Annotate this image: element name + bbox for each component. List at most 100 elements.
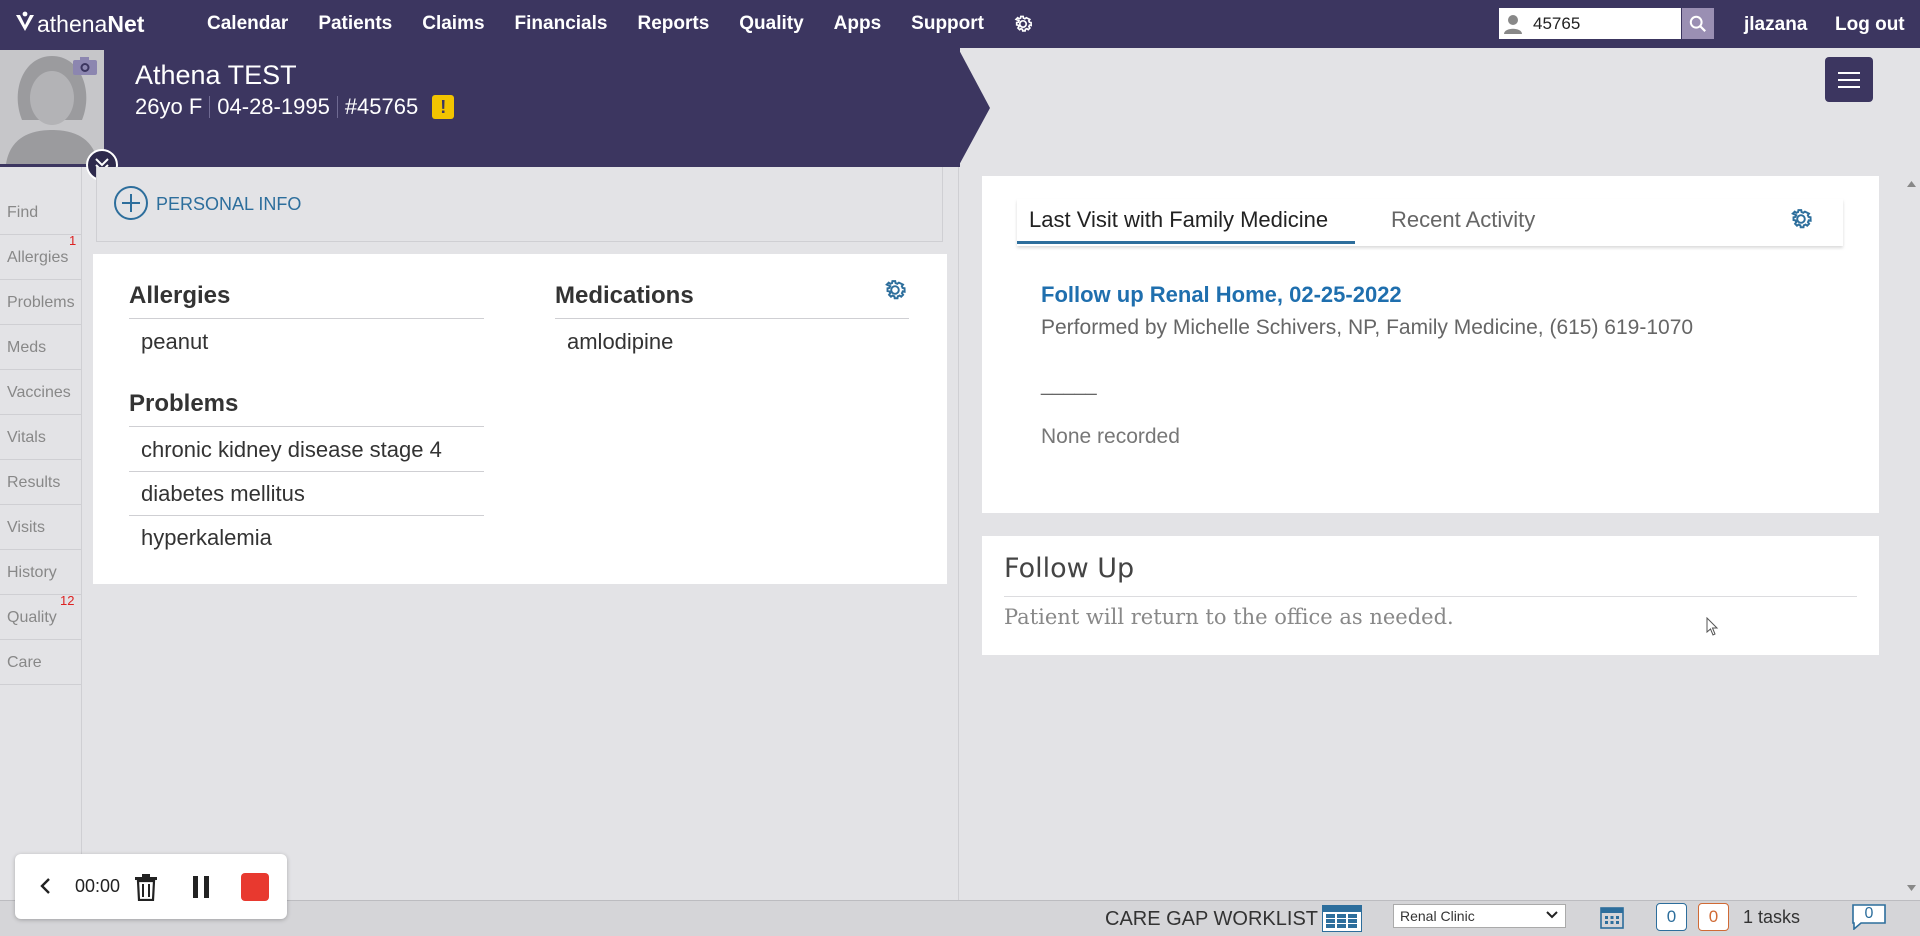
tab-last-visit[interactable]: Last Visit with Family Medicine [1017, 199, 1355, 244]
sidebar-item-label: Quality [7, 609, 57, 626]
problems-heading[interactable]: Problems [129, 390, 238, 418]
panel-divider [958, 167, 959, 900]
patient-search-input[interactable]: 45765 [1499, 8, 1681, 39]
visit-link[interactable]: Follow up Renal Home, 02-25-2022 [1041, 282, 1402, 308]
sidebar-item-results[interactable]: Results [0, 461, 81, 505]
sidebar-item-quality[interactable]: Quality 12 [0, 593, 81, 640]
nav-calendar[interactable]: Calendar [192, 0, 303, 48]
pause-icon[interactable] [191, 875, 211, 899]
logo-text-prefix: athena [37, 10, 108, 37]
hamburger-icon [1838, 71, 1860, 88]
patient-dob: 04-28-1995 [217, 94, 330, 119]
divider [129, 318, 484, 319]
messages-count: 0 [1864, 905, 1874, 922]
sidebar-count-badge: 1 [69, 233, 77, 248]
sidebar-item-meds[interactable]: Meds [0, 326, 81, 370]
nav-patients[interactable]: Patients [303, 0, 407, 48]
sidebar-item-vitals[interactable]: Vitals [0, 416, 81, 460]
sidebar-item-label: History [7, 564, 57, 581]
sidebar-item-label: Allergies [7, 249, 69, 266]
sidebar-item-history[interactable]: History [0, 551, 81, 595]
visit-settings-gear-icon[interactable] [1788, 206, 1814, 232]
plus-circle-icon[interactable] [114, 186, 148, 220]
nav-financials[interactable]: Financials [500, 0, 623, 48]
sidebar-item-label: Vaccines [7, 384, 71, 401]
recording-timer: 00:00 [75, 876, 121, 896]
follow-up-text: Patient will return to the office as nee… [1004, 605, 1454, 629]
sidebar-item-label: Problems [7, 294, 75, 311]
calendar-icon[interactable] [1599, 904, 1625, 930]
sidebar-item-label: Visits [7, 519, 45, 536]
nav-menu: Calendar Patients Claims Financials Repo… [192, 0, 999, 48]
urgent-count-badge[interactable]: 0 [1698, 903, 1729, 931]
chevron-left-icon[interactable] [39, 877, 51, 895]
sidebar-item-find[interactable]: Find [0, 191, 81, 235]
divider [129, 426, 484, 427]
sidebar-item-vaccines[interactable]: Vaccines [0, 371, 81, 415]
tab-recent-activity[interactable]: Recent Activity [1391, 199, 1535, 241]
problem-item[interactable]: diabetes mellitus [141, 481, 305, 507]
bottom-status-bar [0, 900, 1920, 936]
hamburger-menu-button[interactable] [1825, 57, 1873, 102]
allergies-heading[interactable]: Allergies [129, 282, 230, 310]
username-link[interactable]: jlazana [1744, 0, 1807, 50]
visit-none-recorded: None recorded [1041, 425, 1180, 448]
scroll-up-arrow-icon[interactable] [1907, 181, 1916, 187]
alert-icon[interactable]: ! [432, 95, 455, 119]
allergy-item[interactable]: peanut [141, 329, 208, 355]
sidebar-item-problems[interactable]: Problems [0, 281, 81, 325]
patient-age-sex: 26yo F [135, 94, 203, 119]
worklist-grid-icon[interactable] [1322, 905, 1362, 932]
divider [555, 318, 909, 319]
divider [1004, 596, 1857, 597]
nav-claims[interactable]: Claims [407, 0, 499, 48]
stop-record-icon[interactable] [241, 873, 269, 901]
sidebar-count-badge: 12 [60, 593, 75, 608]
medications-heading[interactable]: Medications [555, 282, 694, 310]
chevron-down-icon [1546, 911, 1558, 919]
inbox-count-badge[interactable]: 0 [1656, 903, 1687, 931]
visit-provider: Performed by Michelle Schivers, NP, Fami… [1041, 316, 1694, 339]
visit-blank-line: _____ [1041, 374, 1097, 396]
mouse-cursor-icon [1706, 617, 1719, 636]
scroll-down-arrow-icon[interactable] [1907, 885, 1916, 891]
department-select[interactable]: Renal Clinic [1393, 904, 1566, 928]
logout-link[interactable]: Log out [1835, 0, 1905, 50]
messages-button[interactable]: 0 [1849, 904, 1889, 930]
settings-gear-icon[interactable] [999, 0, 1047, 48]
patient-name[interactable]: Athena TEST [135, 60, 297, 91]
divider [129, 471, 484, 472]
person-icon [1499, 8, 1527, 39]
medication-item[interactable]: amlodipine [567, 329, 673, 355]
search-value: 45765 [1533, 13, 1581, 33]
nav-quality[interactable]: Quality [724, 0, 818, 48]
sidebar-item-care[interactable]: Care [0, 641, 81, 685]
camera-icon[interactable] [72, 56, 98, 76]
problem-item[interactable]: chronic kidney disease stage 4 [141, 437, 442, 463]
scrollbar[interactable] [1903, 167, 1920, 900]
summary-settings-gear-icon[interactable] [882, 277, 908, 303]
sidebar-item-visits[interactable]: Visits [0, 506, 81, 550]
search-button[interactable] [1682, 8, 1714, 39]
screen-recorder-widget [15, 854, 287, 919]
nav-support[interactable]: Support [896, 0, 999, 48]
patient-id: #45765 [344, 94, 419, 119]
personal-info-toggle[interactable]: PERSONAL INFO [156, 194, 301, 215]
search-icon [1689, 15, 1706, 32]
banner-arrow [958, 48, 990, 167]
athena-logo-icon [16, 11, 34, 31]
nav-apps[interactable]: Apps [819, 0, 897, 48]
sidebar-item-allergies[interactable]: Allergies 1 [0, 233, 81, 280]
care-gap-worklist-link[interactable]: CARE GAP WORKLIST [1105, 905, 1318, 933]
nav-reports[interactable]: Reports [622, 0, 724, 48]
sidebar-item-label: Care [7, 654, 42, 671]
divider [129, 515, 484, 516]
department-value: Renal Clinic [1400, 908, 1475, 924]
tasks-count[interactable]: 1 tasks [1743, 906, 1800, 928]
sidebar-item-label: Results [7, 474, 61, 491]
trash-icon[interactable] [133, 873, 159, 901]
problem-item[interactable]: hyperkalemia [141, 525, 272, 551]
follow-up-title: Follow Up [1004, 553, 1135, 584]
sidebar-item-label: Find [7, 204, 39, 221]
athenanet-logo[interactable]: athena Net [14, 11, 192, 38]
